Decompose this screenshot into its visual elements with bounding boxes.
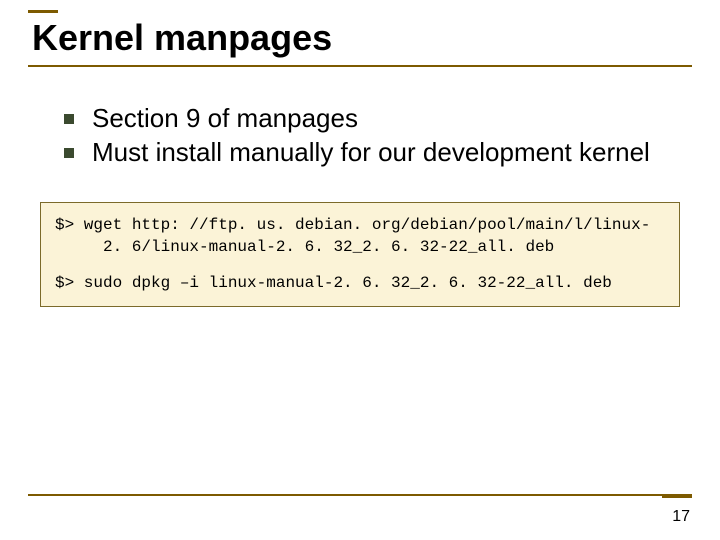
bullet-text: Section 9 of manpages	[92, 103, 358, 133]
code-line: $> sudo dpkg –i linux-manual-2. 6. 32_2.…	[55, 273, 665, 295]
title-accent-bar	[28, 10, 58, 13]
list-item: Section 9 of manpages	[64, 103, 684, 135]
footer-accent-bar	[662, 495, 692, 498]
code-box: $> wget http: //ftp. us. debian. org/deb…	[40, 202, 680, 307]
content-area: Section 9 of manpages Must install manua…	[28, 103, 692, 307]
page-number: 17	[672, 508, 690, 526]
list-item: Must install manually for our developmen…	[64, 137, 684, 169]
bullet-text: Must install manually for our developmen…	[92, 137, 650, 167]
bullet-list: Section 9 of manpages Must install manua…	[36, 103, 684, 168]
code-gap	[55, 259, 665, 273]
code-text: 2. 6/linux-manual-2. 6. 32_2. 6. 32-22_a…	[55, 237, 665, 259]
code-line: $> wget http: //ftp. us. debian. org/deb…	[55, 215, 665, 258]
title-area: Kernel manpages	[28, 10, 692, 67]
code-text: $> wget http: //ftp. us. debian. org/deb…	[55, 216, 650, 234]
footer-rule	[28, 494, 692, 496]
slide-title: Kernel manpages	[32, 17, 692, 59]
slide: Kernel manpages Section 9 of manpages Mu…	[0, 0, 720, 540]
